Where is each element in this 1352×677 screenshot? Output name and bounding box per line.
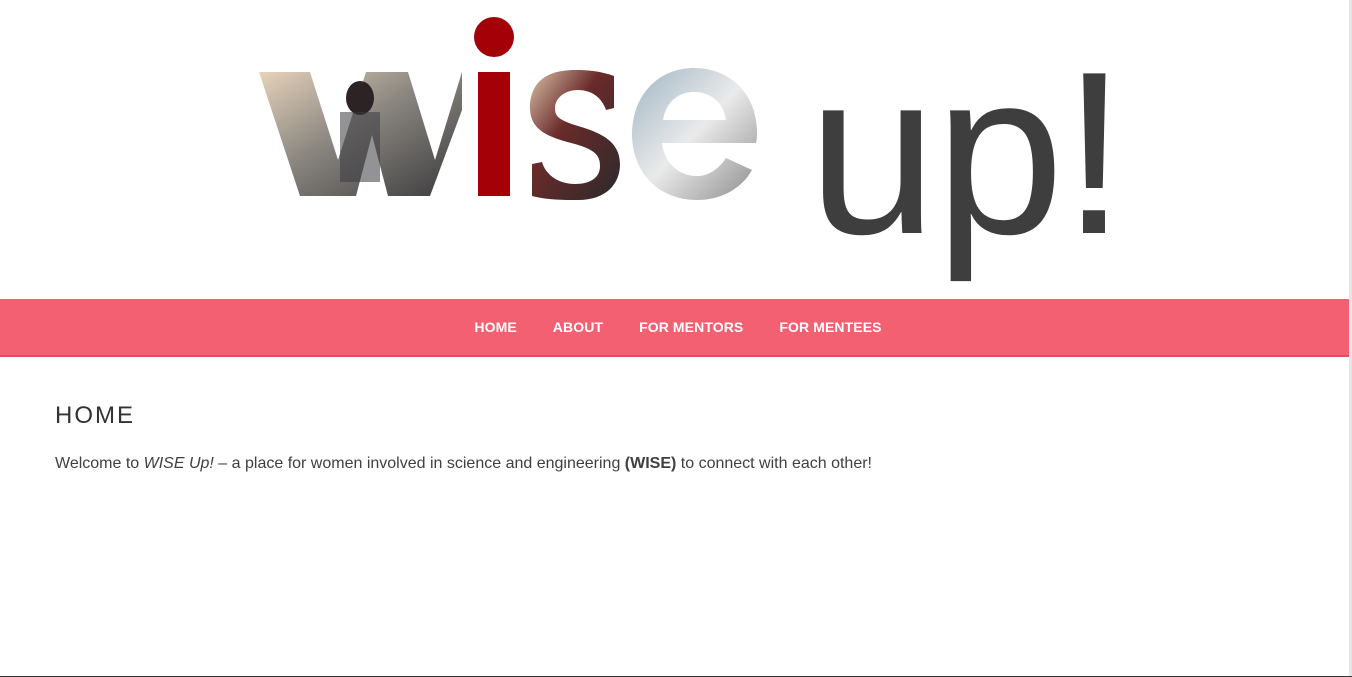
main-content: HOME Welcome to WISE Up! – a place for w… [55,400,1255,476]
intro-site-name: WISE Up! [143,455,214,472]
nav-item-for-mentors[interactable]: FOR MENTORS [621,319,761,335]
letter-e [632,68,757,200]
logo-up-text: up! [808,24,1127,283]
letter-s [530,70,620,200]
main-navigation: HOME ABOUT FOR MENTORS FOR MENTEES [0,299,1349,357]
page-title: HOME [55,402,135,429]
site-logo[interactable]: up! [0,0,1349,298]
nav-item-home[interactable]: HOME [456,319,534,335]
letter-w [259,72,462,196]
letter-i [474,17,514,196]
wise-photo-letters [259,17,757,200]
intro-suffix: to connect with each other! [676,455,872,472]
intro-middle: – a place for women involved in science … [213,455,625,472]
intro-acronym: (WISE) [624,455,677,472]
intro-prefix: Welcome to [55,455,144,472]
nav-item-about[interactable]: ABOUT [535,319,621,335]
nav-item-for-mentees[interactable]: FOR MENTEES [761,319,899,335]
page: up! HOME ABOUT FOR MENTORS FOR MENTEES H… [0,0,1352,677]
intro-paragraph: Welcome to WISE Up! – a place for women … [55,452,1255,476]
